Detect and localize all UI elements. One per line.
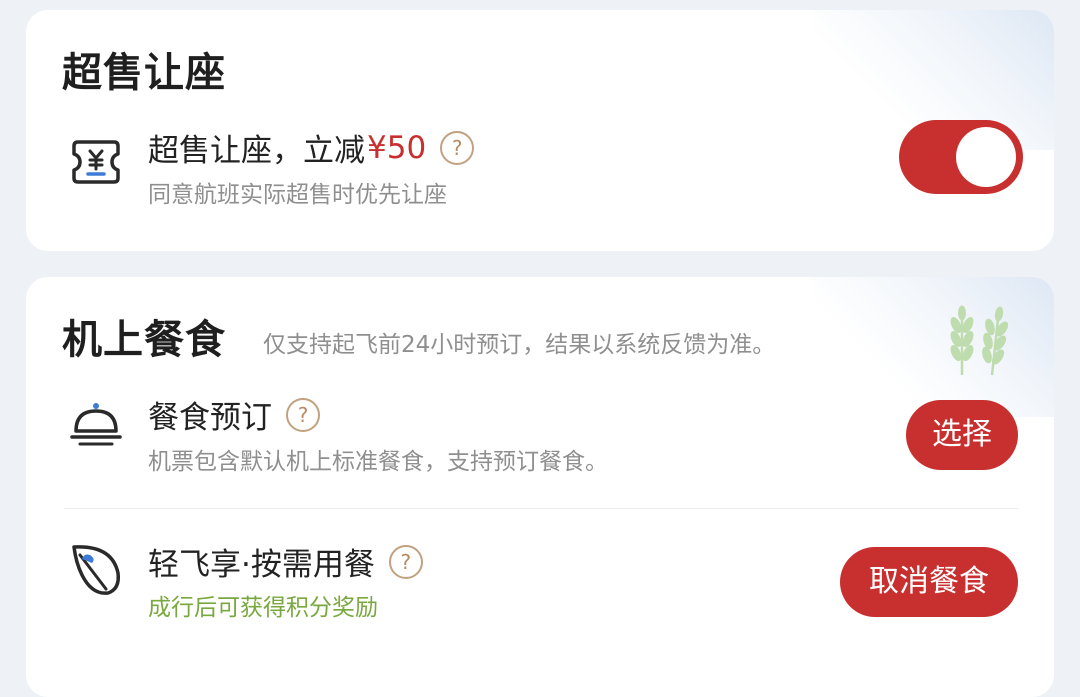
oversell-title-text: 超售让座，立减 — [148, 133, 365, 169]
wheat-icon — [950, 305, 1009, 376]
oversell-description: 同意航班实际超售时优先让座 — [148, 182, 447, 208]
toggle-knob — [956, 127, 1016, 187]
oversell-card: 超售让座 超售让座，立减 ¥50 ? 同意航班实际超售时优先让座 — [26, 10, 1054, 251]
oversell-price: ¥50 — [367, 129, 427, 166]
question-icon[interactable]: ? — [440, 130, 475, 165]
on-demand-meal-title: 轻飞享·按需用餐 ? — [148, 539, 423, 584]
oversell-row-title: 超售让座，立减 ¥50 ? — [148, 125, 475, 170]
meal-booking-description: 机票包含默认机上标准餐食，支持预订餐食。 — [148, 449, 608, 475]
oversell-section-title: 超售让座 — [62, 50, 226, 96]
on-demand-meal-title-text: 轻飞享·按需用餐 — [148, 547, 375, 583]
question-icon[interactable]: ? — [286, 397, 320, 432]
meal-booking-title: 餐食预订 ? — [148, 392, 320, 437]
food-cloche-icon — [70, 403, 122, 446]
meal-booking-title-text: 餐食预订 — [148, 400, 272, 436]
select-meal-button[interactable]: 选择 — [906, 400, 1018, 470]
ticket-yen-icon — [72, 140, 120, 184]
divider — [64, 508, 1018, 509]
meal-section-subtitle: 仅支持起飞前24小时预订，结果以系统反馈为准。 — [263, 332, 776, 358]
card-decoration — [814, 277, 1054, 417]
cancel-meal-button[interactable]: 取消餐食 — [840, 547, 1018, 617]
on-demand-meal-description: 成行后可获得积分奖励 — [148, 595, 378, 621]
oversell-toggle[interactable] — [899, 120, 1023, 194]
meal-card: 机上餐食 仅支持起飞前24小时预订，结果以系统反馈为准。 餐食预订 ? 机票包含… — [26, 277, 1054, 697]
meal-section-title: 机上餐食 — [62, 317, 226, 363]
leaf-icon — [72, 545, 121, 595]
question-icon[interactable]: ? — [388, 544, 423, 579]
